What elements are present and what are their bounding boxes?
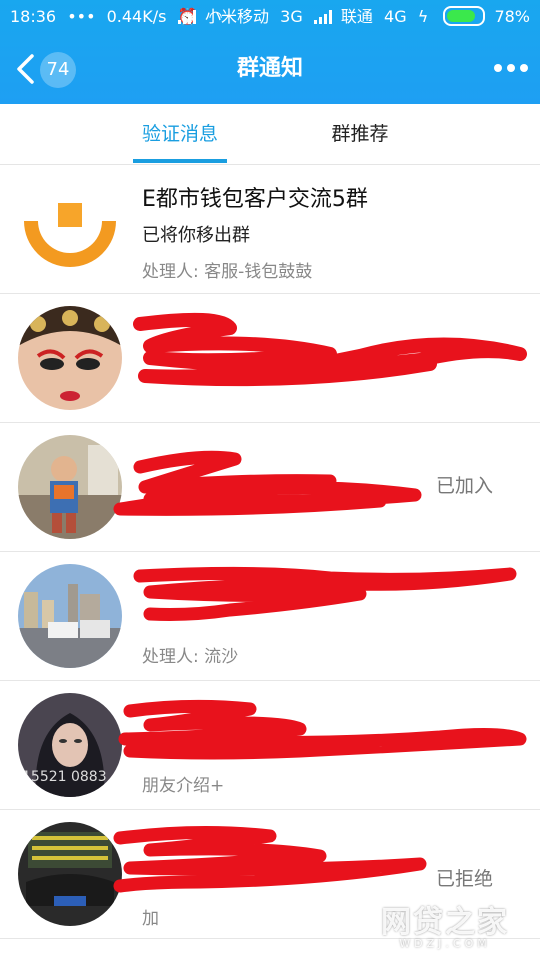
site-watermark: 网贷之家 WDZJ.COM bbox=[365, 897, 525, 957]
request-note: 加 bbox=[142, 909, 159, 929]
battery-level: 78% bbox=[494, 7, 530, 26]
tab-bar: 验证消息 群推荐 bbox=[0, 104, 540, 165]
navigation-bar: 74 群通知 bbox=[0, 34, 540, 104]
list-item[interactable]: 处理人: 流沙 bbox=[0, 552, 540, 681]
tab-verification[interactable]: 验证消息 bbox=[133, 104, 227, 164]
user-avatar: 15521 0883 bbox=[18, 693, 122, 797]
signal-icon bbox=[313, 10, 332, 24]
network-type-1: 3G bbox=[280, 7, 303, 26]
more-options-icon[interactable] bbox=[494, 64, 528, 74]
user-avatar bbox=[18, 822, 122, 926]
network-speed: 0.44K/s bbox=[106, 7, 167, 26]
status-bar: 18:36 ••• 0.44K/s ⏰ ◠ 小米移动 3G 联通 4G ϟ 78… bbox=[0, 0, 540, 34]
avatar-overlay-text: 15521 0883 bbox=[22, 769, 107, 785]
handler-label: 处理人: 流沙 bbox=[142, 647, 239, 667]
carrier-1: 小米移动 bbox=[205, 7, 270, 26]
notification-dots: ••• bbox=[67, 7, 96, 26]
list-item[interactable]: E都市钱包客户交流5群 已将你移出群 处理人: 客服-钱包鼓鼓 bbox=[0, 165, 540, 294]
reject-status: 已拒绝 bbox=[436, 868, 494, 890]
carrier-2: 联通 bbox=[340, 7, 373, 26]
tab-group-recommend[interactable]: 群推荐 bbox=[313, 104, 407, 164]
user-avatar bbox=[18, 435, 122, 539]
user-avatar bbox=[18, 564, 122, 668]
referral-label: 朋友介绍+ bbox=[142, 776, 225, 796]
list-item[interactable] bbox=[0, 294, 540, 423]
join-status: 已加入 bbox=[436, 475, 494, 497]
app-header: 18:36 ••• 0.44K/s ⏰ ◠ 小米移动 3G 联通 4G ϟ 78… bbox=[0, 0, 540, 104]
charging-icon: ϟ bbox=[417, 7, 429, 26]
notification-message: 已将你移出群 bbox=[142, 225, 250, 246]
list-item[interactable]: 15521 0883 朋友介绍+ bbox=[0, 681, 540, 810]
handler-label: 处理人: 客服-钱包鼓鼓 bbox=[142, 262, 313, 282]
network-type-2: 4G bbox=[384, 7, 407, 26]
page-title: 群通知 bbox=[236, 56, 303, 81]
battery-icon bbox=[443, 6, 486, 26]
user-avatar bbox=[18, 306, 122, 410]
group-name: E都市钱包客户交流5群 bbox=[142, 187, 368, 212]
group-logo-avatar bbox=[18, 177, 122, 281]
active-tab-indicator bbox=[133, 159, 227, 163]
watermark-main: 网贷之家 bbox=[381, 905, 509, 940]
list-item[interactable]: 已加入 bbox=[0, 423, 540, 552]
clock: 18:36 bbox=[10, 7, 57, 26]
signal-icon bbox=[177, 10, 196, 24]
